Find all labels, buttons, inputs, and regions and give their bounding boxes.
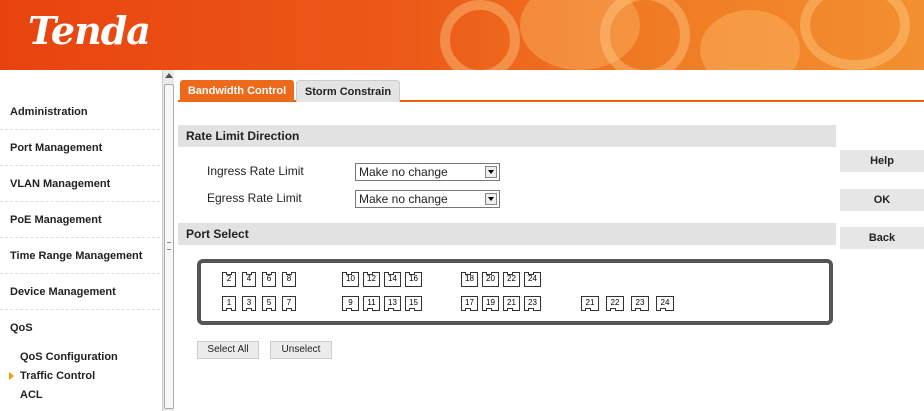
port-7[interactable]: 7 — [282, 296, 296, 311]
scroll-thumb[interactable] — [164, 84, 174, 409]
decor-blob — [700, 10, 800, 70]
port-6[interactable]: 6 — [262, 272, 276, 287]
unselect-button[interactable]: Unselect — [270, 341, 332, 359]
sfp-port-22[interactable]: 22 — [606, 296, 624, 311]
port-4[interactable]: 4 — [242, 272, 256, 287]
decor-ring — [800, 0, 910, 70]
port-9[interactable]: 9 — [342, 296, 359, 311]
port-11[interactable]: 11 — [363, 296, 380, 311]
ok-button[interactable]: OK — [840, 189, 924, 211]
port-15[interactable]: 15 — [405, 296, 422, 311]
scroll-up-icon[interactable] — [165, 73, 173, 78]
port-23[interactable]: 23 — [524, 296, 541, 311]
sidebar-item-poe-management[interactable]: PoE Management — [0, 202, 160, 238]
egress-rate-value: Make no change — [359, 192, 448, 206]
egress-rate-label: Egress Rate Limit — [207, 191, 302, 205]
port-5[interactable]: 5 — [262, 296, 276, 311]
sidebar-subitem-traffic-control[interactable]: Traffic Control — [20, 370, 95, 382]
port-3[interactable]: 3 — [242, 296, 256, 311]
sidebar-item-port-management[interactable]: Port Management — [0, 130, 160, 166]
port-13[interactable]: 13 — [384, 296, 401, 311]
select-all-button[interactable]: Select All — [197, 341, 259, 359]
port-24[interactable]: 24 — [524, 272, 541, 287]
ingress-rate-select[interactable]: Make no change — [355, 163, 500, 181]
port-20[interactable]: 20 — [482, 272, 499, 287]
port-21[interactable]: 21 — [503, 296, 520, 311]
port-17[interactable]: 17 — [461, 296, 478, 311]
tab-storm-constrain[interactable]: Storm Constrain — [296, 80, 400, 102]
sfp-port-24[interactable]: 24 — [656, 296, 674, 311]
port-2[interactable]: 2 — [222, 272, 236, 287]
port-select-section-title: Port Select — [178, 223, 836, 245]
ingress-rate-value: Make no change — [359, 165, 448, 179]
port-panel: 2 4 6 8 10 12 14 16 18 20 22 24 1 3 5 7 … — [197, 259, 833, 325]
sidebar-item-administration[interactable]: Administration — [0, 94, 160, 130]
sidebar-subitem-qos-configuration[interactable]: QoS Configuration — [20, 351, 118, 363]
port-16[interactable]: 16 — [405, 272, 422, 287]
sidebar-item-device-management[interactable]: Device Management — [0, 274, 160, 310]
port-19[interactable]: 19 — [482, 296, 499, 311]
help-button[interactable]: Help — [840, 150, 924, 172]
back-button[interactable]: Back — [840, 227, 924, 249]
grip-icon — [167, 242, 171, 250]
decor-ring — [600, 0, 690, 70]
dropdown-arrow-icon[interactable] — [485, 193, 497, 205]
ingress-rate-label: Ingress Rate Limit — [207, 164, 304, 178]
tab-bandwidth-control[interactable]: Bandwidth Control — [180, 80, 294, 102]
sidebar-scrollbar[interactable] — [162, 70, 174, 411]
port-14[interactable]: 14 — [384, 272, 401, 287]
header-banner: Tenda — [0, 0, 924, 70]
sidebar-item-time-range-management[interactable]: Time Range Management — [0, 238, 160, 274]
selected-arrow-icon — [9, 372, 14, 380]
rate-limit-section-title: Rate Limit Direction — [178, 125, 836, 147]
port-1[interactable]: 1 — [222, 296, 236, 311]
sidebar-item-qos[interactable]: QoS — [0, 310, 160, 346]
port-10[interactable]: 10 — [342, 272, 359, 287]
port-12[interactable]: 12 — [363, 272, 380, 287]
dropdown-arrow-icon[interactable] — [485, 166, 497, 178]
sidebar-item-vlan-management[interactable]: VLAN Management — [0, 166, 160, 202]
sfp-port-21[interactable]: 21 — [581, 296, 599, 311]
port-18[interactable]: 18 — [461, 272, 478, 287]
decor-ring — [440, 0, 520, 70]
sidebar: Administration Port Management VLAN Mana… — [0, 70, 162, 411]
tenda-logo: Tenda — [28, 8, 151, 53]
port-8[interactable]: 8 — [282, 272, 296, 287]
egress-rate-select[interactable]: Make no change — [355, 190, 500, 208]
sidebar-subitem-acl[interactable]: ACL — [20, 389, 43, 401]
sfp-port-23[interactable]: 23 — [631, 296, 649, 311]
port-22[interactable]: 22 — [503, 272, 520, 287]
tab-bar: Bandwidth Control Storm Constrain — [178, 80, 924, 102]
